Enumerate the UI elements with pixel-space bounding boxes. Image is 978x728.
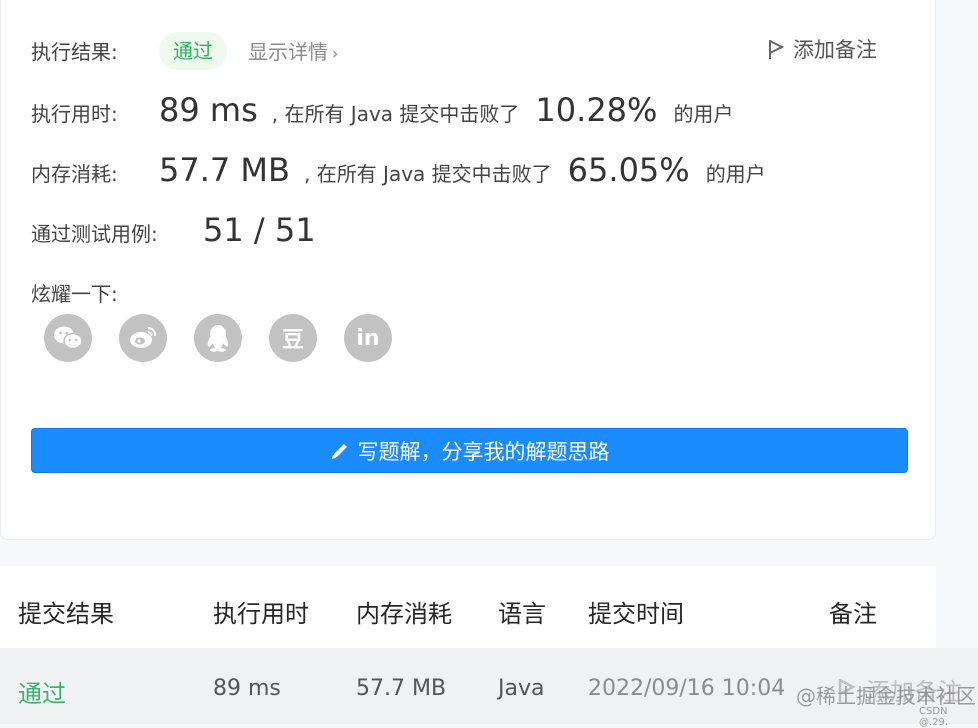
show-details-link[interactable]: 显示详情 › <box>248 36 338 65</box>
tests-label: 通过测试用例: <box>31 222 158 246</box>
linkedin-share-button[interactable]: in <box>344 314 392 362</box>
watermark: @稀土掘金技术社区 <box>796 684 976 708</box>
header-note: 备注 <box>829 600 877 628</box>
pencil-icon <box>331 443 347 459</box>
submission-result-card: 执行结果: 通过 显示详情 › 添加备注 执行用时: 89 ms , 在所有 Ja… <box>0 0 936 540</box>
share-buttons: 豆 in <box>44 314 392 362</box>
flag-icon <box>769 40 785 59</box>
weibo-icon <box>130 326 157 348</box>
header-result: 提交结果 <box>18 600 114 628</box>
row-memory: 57.7 MB <box>356 676 447 701</box>
douban-share-button[interactable]: 豆 <box>269 314 317 362</box>
row-runtime: 89 ms <box>213 676 281 701</box>
share-label: 炫耀一下: <box>31 282 118 306</box>
weibo-share-button[interactable] <box>119 314 167 362</box>
row-submit-time: 2022/09/16 10:04 <box>588 676 786 701</box>
add-note-label: 添加备注 <box>793 38 877 62</box>
header-memory: 内存消耗 <box>356 600 452 628</box>
memory-percent: 65.05% <box>567 151 690 189</box>
tests-value: 51 / 51 <box>203 211 316 249</box>
qq-share-button[interactable] <box>194 314 242 362</box>
wechat-share-button[interactable] <box>44 314 92 362</box>
memory-suffix: 的用户 <box>705 162 766 186</box>
runtime-line: 执行用时: 89 ms , 在所有 Java 提交中击败了 10.28% 的用户 <box>31 91 733 129</box>
memory-line: 内存消耗: 57.7 MB , 在所有 Java 提交中击败了 65.05% 的… <box>31 151 766 189</box>
memory-middle-text: , 在所有 Java 提交中击败了 <box>303 162 552 186</box>
status-badge: 通过 <box>159 32 227 70</box>
row-language: Java <box>498 676 545 701</box>
runtime-suffix: 的用户 <box>673 102 734 126</box>
add-note-button[interactable]: 添加备注 <box>767 34 877 64</box>
header-runtime: 执行用时 <box>213 600 309 628</box>
runtime-middle-text: , 在所有 Java 提交中击败了 <box>271 102 520 126</box>
write-solution-label: 写题解，分享我的解题思路 <box>357 439 610 464</box>
show-details-label: 显示详情 <box>248 40 328 64</box>
header-submit-time: 提交时间 <box>588 600 684 628</box>
submissions-table-header <box>0 566 936 648</box>
header-language: 语言 <box>498 600 546 628</box>
row-result-link[interactable]: 通过 <box>18 674 66 709</box>
runtime-label: 执行用时: <box>31 102 118 126</box>
tests-line: 通过测试用例: 51 / 51 <box>31 211 316 249</box>
qq-icon <box>207 325 229 352</box>
memory-value: 57.7 MB <box>159 151 290 189</box>
result-label: 执行结果: <box>31 40 118 64</box>
memory-label: 内存消耗: <box>31 162 118 186</box>
wechat-icon <box>54 326 83 350</box>
chevron-right-icon: › <box>332 44 339 63</box>
watermark-small: CSDN @.29. <box>919 706 949 728</box>
runtime-value: 89 ms <box>159 91 258 129</box>
write-solution-button[interactable]: 写题解，分享我的解题思路 <box>31 428 908 473</box>
douban-icon: 豆 <box>281 328 304 353</box>
linkedin-icon: in <box>356 325 380 351</box>
runtime-percent: 10.28% <box>535 91 658 129</box>
